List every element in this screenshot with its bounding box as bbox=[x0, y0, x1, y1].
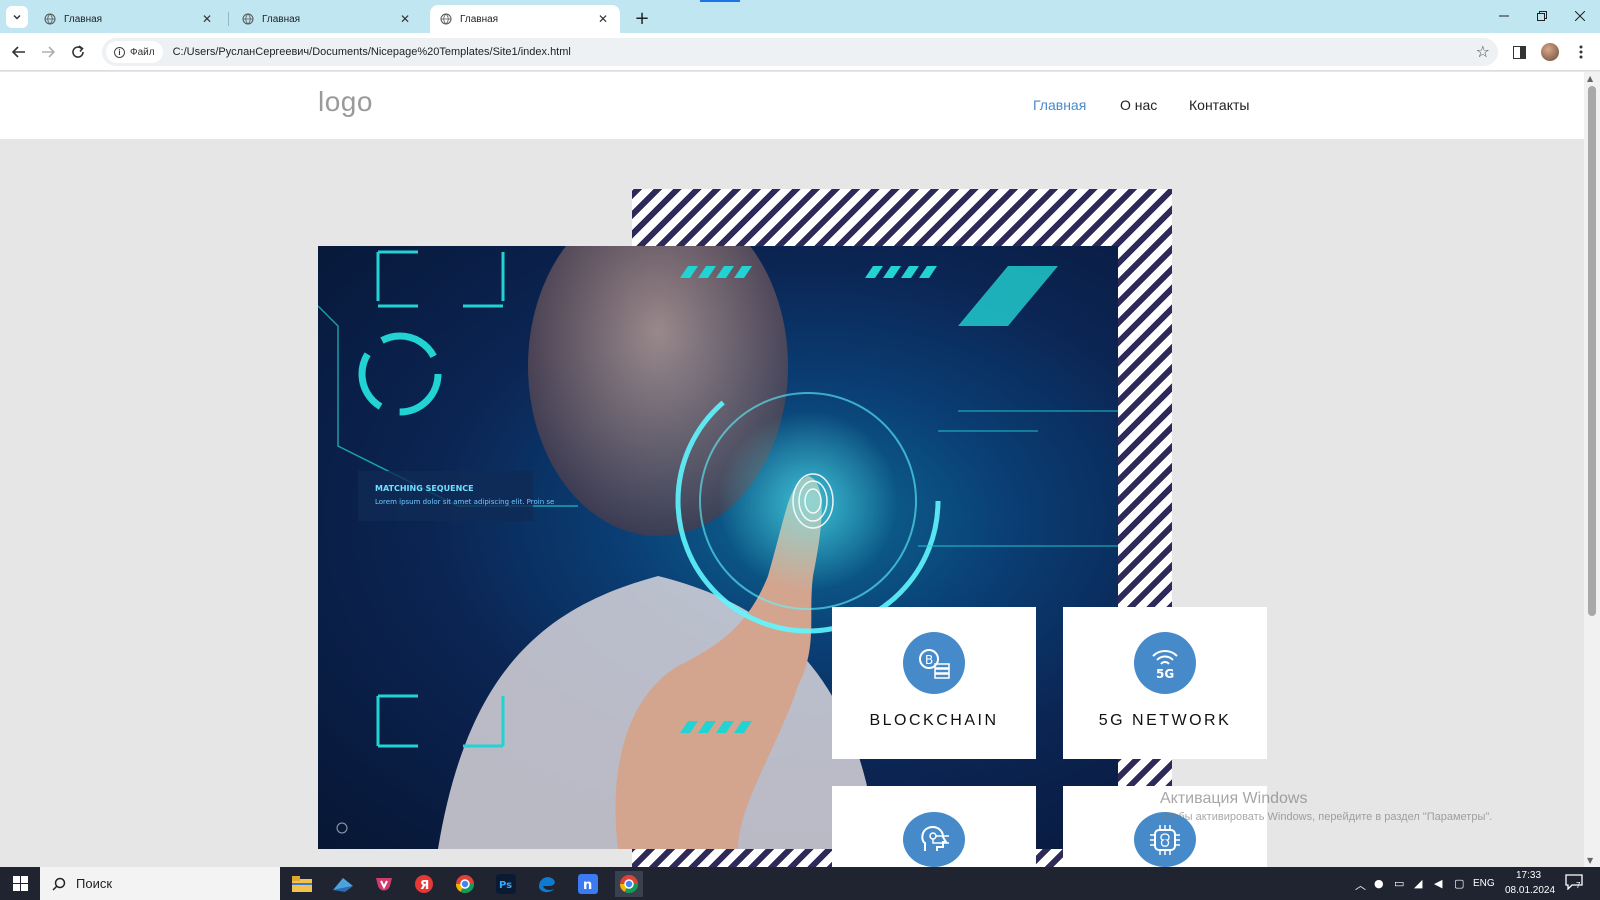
forward-button[interactable] bbox=[37, 41, 59, 63]
tab-close-icon[interactable]: ✕ bbox=[398, 12, 412, 26]
clock-date[interactable]: 08.01.2024 bbox=[1505, 885, 1555, 896]
photoshop-icon[interactable]: Ps bbox=[492, 871, 520, 897]
close-window-button[interactable] bbox=[1562, 5, 1598, 27]
taskbar-search[interactable]: Поиск bbox=[40, 867, 280, 900]
arrow-right-icon bbox=[42, 46, 55, 58]
profile-button[interactable] bbox=[1539, 41, 1561, 63]
email-icon[interactable] bbox=[329, 871, 357, 897]
windows-logo-icon bbox=[12, 876, 28, 891]
chrome-icon[interactable] bbox=[451, 871, 479, 897]
tab-title: Главная bbox=[460, 13, 499, 25]
feature-card-blockchain[interactable]: B BLOCKCHAIN bbox=[832, 607, 1036, 759]
browser-tab-active[interactable]: Главная ✕ bbox=[430, 5, 620, 33]
search-icon bbox=[52, 877, 66, 891]
yandex-browser-icon[interactable]: Я bbox=[410, 871, 438, 897]
close-icon bbox=[1575, 11, 1585, 21]
reload-button[interactable] bbox=[67, 41, 89, 63]
site-header: logo Главная О нас Контакты bbox=[0, 72, 1584, 139]
svg-text:n: n bbox=[583, 878, 592, 893]
reload-icon bbox=[72, 45, 84, 58]
browser-menu-button[interactable] bbox=[1570, 41, 1592, 63]
start-button[interactable] bbox=[0, 867, 40, 900]
tray-app-icon[interactable]: ● bbox=[1374, 877, 1384, 890]
minimize-icon bbox=[1499, 15, 1509, 17]
hud-lorem: Lorem ipsum dolor sit amet adipiscing el… bbox=[375, 498, 554, 506]
side-panel-icon bbox=[1512, 45, 1526, 59]
tab-close-icon[interactable]: ✕ bbox=[596, 12, 610, 26]
globe-icon bbox=[242, 13, 254, 25]
display-icon[interactable]: ▢ bbox=[1454, 877, 1464, 890]
globe-icon bbox=[44, 13, 56, 25]
hud-label: MATCHING SEQUENCE bbox=[375, 484, 474, 493]
address-bar[interactable]: i Файл C:/Users/РусланСергеевич/Document… bbox=[102, 38, 1498, 66]
battery-icon[interactable]: ▭ bbox=[1394, 877, 1404, 890]
svg-text:5G: 5G bbox=[1156, 667, 1174, 681]
feature-card-title: 5G NETWORK bbox=[1098, 712, 1232, 729]
feature-card-ai-head[interactable] bbox=[832, 786, 1036, 867]
tab-title: Главная bbox=[64, 13, 103, 25]
tray-chevron-up-icon[interactable]: ︿ bbox=[1355, 877, 1366, 893]
volume-icon[interactable]: ◀ bbox=[1434, 877, 1442, 890]
svg-text:Ps: Ps bbox=[499, 880, 512, 891]
tab-divider bbox=[228, 12, 229, 26]
scroll-down-icon[interactable]: ▼ bbox=[1587, 856, 1593, 865]
chrome-active-icon[interactable] bbox=[615, 871, 643, 897]
feature-card-title: BLOCKCHAIN bbox=[869, 712, 999, 729]
scrollbar-thumb[interactable] bbox=[1588, 86, 1596, 616]
edge-icon[interactable] bbox=[533, 871, 561, 897]
5g-network-icon: 5G bbox=[1134, 632, 1196, 694]
nav-link-contacts[interactable]: Контакты bbox=[1189, 97, 1249, 113]
language-indicator[interactable]: ENG bbox=[1473, 878, 1495, 889]
scroll-up-icon[interactable]: ▲ bbox=[1587, 74, 1593, 83]
browser-tab-strip: Главная ✕ Главная ✕ Главная ✕ + bbox=[0, 0, 1600, 33]
restore-icon bbox=[1537, 11, 1547, 21]
notification-count: 7 bbox=[1576, 881, 1581, 890]
windows-activation-title: Активация Windows bbox=[1160, 790, 1308, 807]
tab-search-button[interactable] bbox=[6, 6, 28, 28]
new-tab-button[interactable]: + bbox=[631, 7, 653, 29]
clock-time[interactable]: 17:33 bbox=[1516, 870, 1541, 881]
ai-head-icon bbox=[903, 812, 965, 867]
nav-link-home[interactable]: Главная bbox=[1033, 97, 1086, 113]
kebab-menu-icon bbox=[1579, 45, 1583, 59]
svg-text:Я: Я bbox=[420, 878, 429, 892]
info-icon: i bbox=[114, 46, 125, 58]
windows-taskbar: Поиск Я Ps n ︿ ● ▭ ◢ ◀ ▢ ENG 17:33 08.01… bbox=[0, 867, 1600, 900]
notifications-button[interactable]: 7 bbox=[1565, 874, 1585, 892]
url-text[interactable]: C:/Users/РусланСергеевич/Documents/Nicep… bbox=[173, 46, 571, 58]
windows-activation-text: Чтобы активировать Windows, перейдите в … bbox=[1160, 811, 1493, 823]
network-icon[interactable]: ◢ bbox=[1414, 877, 1422, 890]
arrow-left-icon bbox=[12, 46, 25, 58]
site-chip-label: Файл bbox=[130, 46, 155, 58]
nicepage-icon[interactable]: n bbox=[574, 871, 602, 897]
chevron-down-icon bbox=[13, 14, 21, 20]
svg-text:B: B bbox=[925, 653, 933, 667]
blockchain-icon: B bbox=[903, 632, 965, 694]
minimize-button[interactable] bbox=[1486, 5, 1522, 27]
tab-title: Главная bbox=[262, 13, 301, 25]
vivaldi-icon[interactable] bbox=[370, 871, 398, 897]
restore-button[interactable] bbox=[1524, 5, 1560, 27]
file-explorer-icon[interactable] bbox=[288, 871, 316, 897]
avatar bbox=[1541, 43, 1559, 61]
site-info-chip[interactable]: i Файл bbox=[106, 41, 163, 63]
tab-close-icon[interactable]: ✕ bbox=[200, 12, 214, 26]
tab-loading-indicator bbox=[700, 0, 740, 2]
nav-link-about[interactable]: О нас bbox=[1120, 97, 1157, 113]
browser-tab[interactable]: Главная ✕ bbox=[34, 5, 224, 33]
browser-tab[interactable]: Главная ✕ bbox=[232, 5, 422, 33]
site-logo[interactable]: logo bbox=[318, 86, 373, 118]
bookmark-star-icon[interactable]: ☆ bbox=[1476, 42, 1490, 61]
browser-toolbar: i Файл C:/Users/РусланСергеевич/Document… bbox=[0, 33, 1600, 71]
feature-card-5g-network[interactable]: 5G 5G NETWORK bbox=[1063, 607, 1267, 759]
page-scrollbar[interactable]: ▲ ▼ bbox=[1584, 72, 1600, 867]
taskbar-search-placeholder: Поиск bbox=[76, 876, 113, 891]
side-panel-button[interactable] bbox=[1508, 41, 1530, 63]
back-button[interactable] bbox=[8, 41, 30, 63]
globe-icon bbox=[440, 13, 452, 25]
